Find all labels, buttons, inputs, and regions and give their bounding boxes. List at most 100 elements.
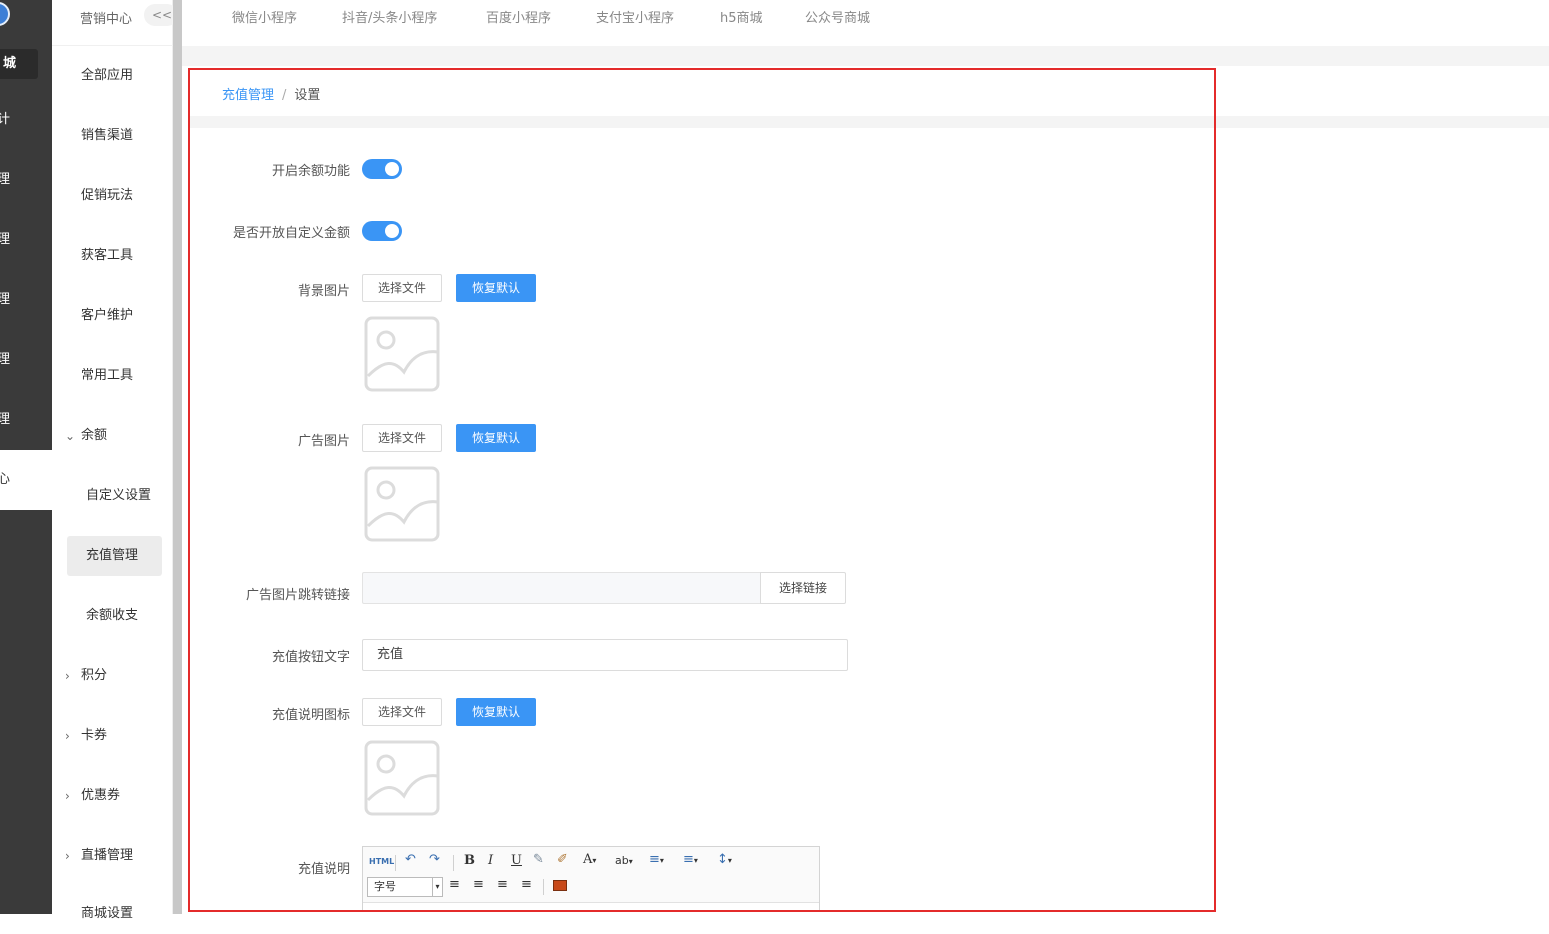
breadcrumb-separator: / (282, 88, 287, 103)
main-nav-item-design[interactable]: 计 (0, 105, 52, 135)
unordered-list-icon[interactable]: ≡▾ (683, 852, 698, 867)
highlight-icon[interactable]: ab▾ (615, 854, 633, 867)
ad-link-input[interactable] (362, 572, 762, 604)
sub-nav-label: 商城设置 (81, 906, 134, 921)
panel-divider (190, 116, 1214, 128)
sub-nav-label: 促销玩法 (81, 188, 134, 203)
main-nav-item-6[interactable]: 理 (0, 405, 52, 435)
sub-nav-group-live[interactable]: › 直播管理 (52, 836, 173, 876)
line-height-icon[interactable]: ↕▾ (717, 852, 732, 867)
button-text-label: 充值按钮文字 (271, 650, 350, 665)
bg-image-choose-button[interactable]: 选择文件 (362, 274, 442, 302)
align-center-icon[interactable]: ≡ (473, 877, 484, 892)
font-size-select[interactable]: 字号 ▾ (367, 877, 443, 897)
format-painter-icon[interactable]: ✐ (557, 852, 568, 867)
main-nav-item-mall[interactable]: 城 (0, 49, 38, 79)
desc-icon-restore-button[interactable]: 恢复默认 (456, 698, 536, 726)
sub-nav-item-recharge[interactable]: 充值管理 (67, 536, 162, 576)
sub-nav-label: 卡券 (81, 728, 108, 743)
main-nav-label: 理 (0, 292, 10, 307)
enable-balance-label: 开启余额功能 (271, 164, 350, 179)
main-nav-item-2[interactable]: 理 (0, 165, 52, 195)
sub-nav-item[interactable]: 促销玩法 (52, 176, 173, 216)
sub-nav-item[interactable]: 获客工具 (52, 236, 173, 276)
sub-nav-item-custom[interactable]: 自定义设置 (52, 476, 173, 516)
undo-icon[interactable]: ↶ (405, 852, 416, 867)
underline-icon[interactable]: U (511, 853, 522, 868)
sub-nav-item[interactable]: 全部应用 (52, 56, 173, 96)
chevron-right-icon: › (65, 849, 70, 863)
html-source-button[interactable]: HTML (369, 857, 394, 866)
tab-wechat[interactable]: 微信小程序 (232, 7, 297, 26)
sub-nav-label: 全部应用 (81, 68, 134, 83)
rich-text-editor[interactable]: HTML ↶ ↷ B I U ✎ ✐ A▾ ab▾ ≡▾ ≡▾ ↕▾ 字号 ▾ … (362, 846, 820, 910)
sub-nav-label: 优惠券 (81, 788, 121, 803)
tab-h5[interactable]: h5商城 (720, 7, 763, 26)
main-nav-label: 理 (0, 412, 10, 427)
redo-icon[interactable]: ↷ (429, 852, 440, 867)
sub-nav-group-mall-settings[interactable]: 商城设置 (52, 894, 173, 934)
main-nav-label: 理 (0, 352, 10, 367)
sub-nav-item[interactable]: 客户维护 (52, 296, 173, 336)
main-nav-label: 计 (0, 112, 10, 127)
sub-nav-label: 销售渠道 (81, 128, 134, 143)
ad-image-restore-button[interactable]: 恢复默认 (456, 424, 536, 452)
sub-nav-item[interactable]: 常用工具 (52, 356, 173, 396)
tab-baidu[interactable]: 百度小程序 (486, 7, 551, 26)
tab-official-account[interactable]: 公众号商城 (805, 7, 870, 26)
custom-amount-switch[interactable] (362, 221, 402, 241)
main-nav-item-marketing[interactable]: 心 (0, 450, 52, 510)
sub-nav-group-cards[interactable]: › 卡券 (52, 716, 173, 756)
sub-nav-label: 常用工具 (81, 368, 134, 383)
ordered-list-icon[interactable]: ≡▾ (649, 852, 664, 867)
font-color-icon[interactable]: A▾ (583, 852, 596, 867)
sub-nav-group-balance[interactable]: ⌄ 余额 (52, 416, 173, 456)
main-nav-label: 理 (0, 232, 10, 247)
button-text-input[interactable]: 充值 (362, 639, 848, 671)
custom-amount-label: 是否开放自定义金额 (232, 226, 350, 241)
sub-nav-item-ledger[interactable]: 余额收支 (52, 596, 173, 636)
sub-nav-label: 客户维护 (81, 308, 134, 323)
main-nav-item-5[interactable]: 理 (0, 345, 52, 375)
align-left-icon[interactable]: ≡ (449, 877, 460, 892)
avatar[interactable] (0, 2, 10, 26)
sub-nav-label: 获客工具 (81, 248, 134, 263)
ad-link-label: 广告图片跳转链接 (245, 588, 350, 603)
align-justify-icon[interactable]: ≡ (521, 877, 532, 892)
editor-toolbar: HTML ↶ ↷ B I U ✎ ✐ A▾ ab▾ ≡▾ ≡▾ ↕▾ 字号 ▾ … (363, 847, 819, 903)
select-link-button[interactable]: 选择链接 (760, 572, 846, 604)
chevron-right-icon: › (65, 669, 70, 683)
tab-alipay[interactable]: 支付宝小程序 (596, 7, 674, 26)
breadcrumb-link[interactable]: 充值管理 (222, 88, 274, 103)
main-nav-label: 理 (0, 172, 10, 187)
sub-sidebar: 营销中心 << 全部应用 销售渠道 促销玩法 获客工具 客户维护 常用工具 ⌄ … (52, 0, 178, 921)
sub-nav-label: 充值管理 (86, 548, 139, 563)
sub-nav-group-coupons[interactable]: › 优惠券 (52, 776, 173, 816)
sidebar-scrollbar[interactable] (173, 0, 182, 914)
ad-image-label: 广告图片 (297, 434, 350, 449)
eraser-icon[interactable]: ✎ (533, 852, 544, 867)
desc-icon-choose-button[interactable]: 选择文件 (362, 698, 442, 726)
ad-image-choose-button[interactable]: 选择文件 (362, 424, 442, 452)
sub-nav-item[interactable]: 销售渠道 (52, 116, 173, 156)
platform-tabs: 微信小程序 抖音/头条小程序 百度小程序 支付宝小程序 h5商城 公众号商城 (182, 0, 1549, 46)
align-right-icon[interactable]: ≡ (497, 877, 508, 892)
chevron-right-icon: › (65, 789, 70, 803)
bold-icon[interactable]: B (464, 853, 475, 868)
toolbar-separator (453, 855, 454, 871)
main-nav-item-3[interactable]: 理 (0, 225, 52, 255)
main-nav-item-4[interactable]: 理 (0, 285, 52, 315)
image-placeholder-icon (364, 316, 440, 392)
tab-douyin[interactable]: 抖音/头条小程序 (342, 7, 437, 26)
sub-nav-group-points[interactable]: › 积分 (52, 656, 173, 696)
sub-nav-label: 自定义设置 (86, 488, 152, 503)
breadcrumb-current: 设置 (294, 88, 321, 103)
italic-icon[interactable]: I (488, 853, 493, 868)
main-nav-label: 心 (0, 472, 10, 487)
enable-balance-switch[interactable] (362, 159, 402, 179)
image-insert-icon[interactable] (553, 880, 567, 891)
chevron-down-icon: ▾ (432, 878, 442, 896)
switch-knob (385, 224, 399, 238)
bg-image-restore-button[interactable]: 恢复默认 (456, 274, 536, 302)
image-placeholder-icon (364, 740, 440, 816)
